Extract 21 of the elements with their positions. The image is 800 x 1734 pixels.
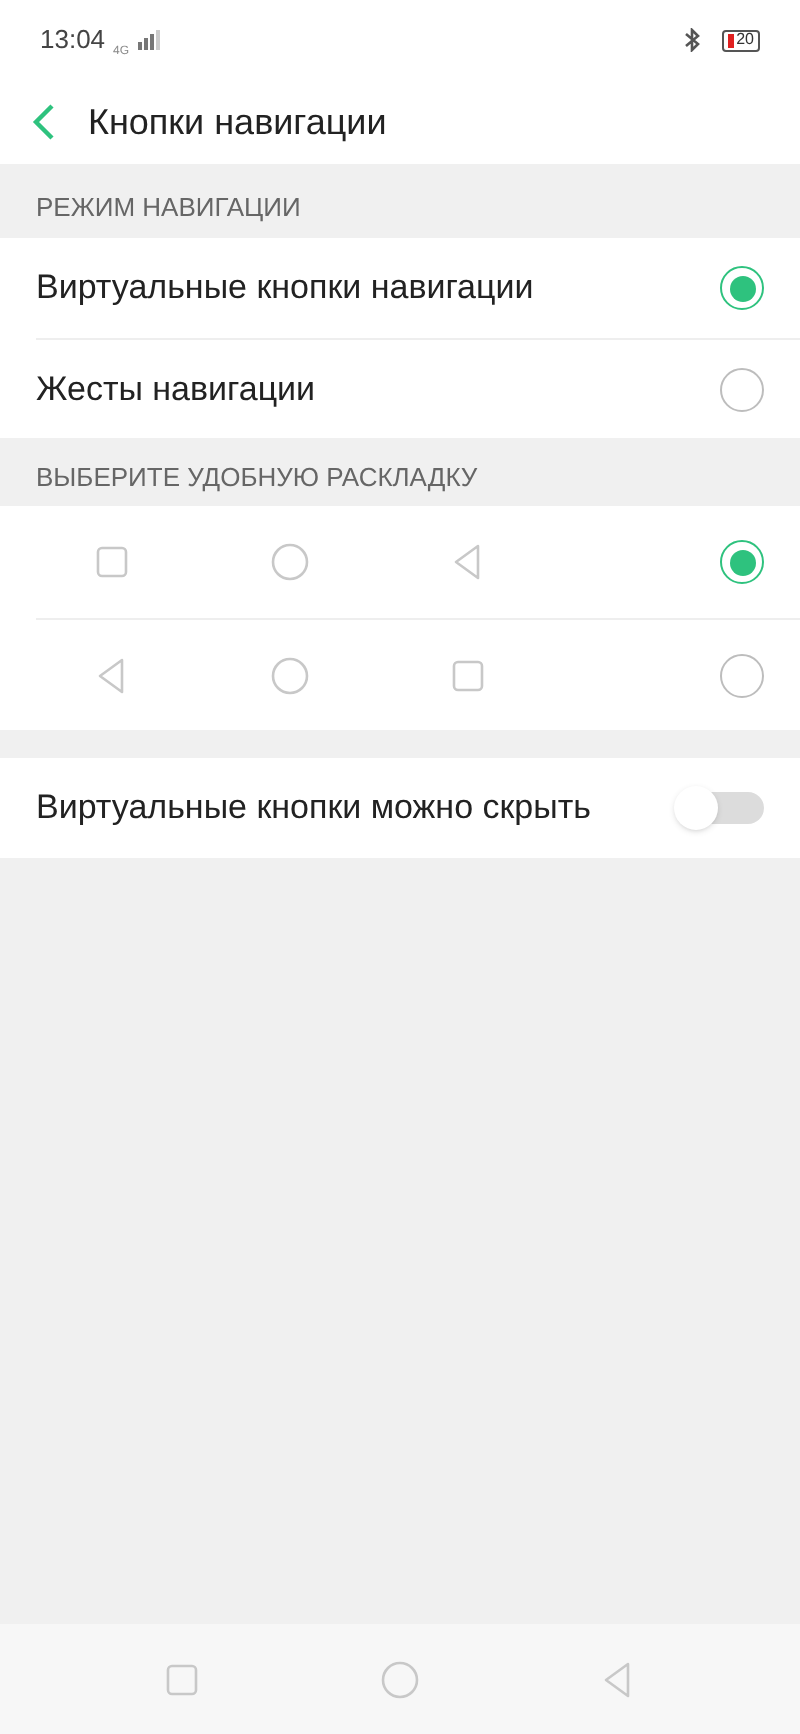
square-icon bbox=[91, 542, 131, 582]
signal-icon bbox=[137, 30, 162, 50]
section-heading: РЕЖИМ НАВИГАЦИИ bbox=[36, 189, 301, 226]
toggle-switch[interactable] bbox=[672, 784, 764, 832]
back-icon[interactable] bbox=[32, 104, 56, 140]
square-icon bbox=[447, 655, 487, 695]
radio-button[interactable] bbox=[720, 653, 764, 697]
square-icon[interactable] bbox=[162, 1659, 202, 1699]
option-label: Виртуальные кнопки можно скрыть bbox=[36, 786, 592, 831]
circle-icon[interactable] bbox=[380, 1659, 420, 1699]
circle-icon bbox=[269, 542, 309, 582]
battery-indicator: 20 bbox=[722, 29, 760, 51]
radio-button[interactable] bbox=[720, 266, 764, 310]
option-row[interactable]: Виртуальные кнопки навигации bbox=[36, 238, 800, 338]
radio-button[interactable] bbox=[720, 540, 764, 584]
status-time: 13:04 bbox=[40, 22, 106, 59]
circle-icon bbox=[269, 655, 309, 695]
radio-button[interactable] bbox=[720, 367, 764, 411]
option-row[interactable]: Жесты навигации bbox=[36, 338, 800, 438]
section-heading: ВЫБЕРИТЕ УДОБНУЮ РАСКЛАДКУ bbox=[36, 459, 478, 496]
page-title: Кнопки навигации bbox=[88, 99, 387, 146]
